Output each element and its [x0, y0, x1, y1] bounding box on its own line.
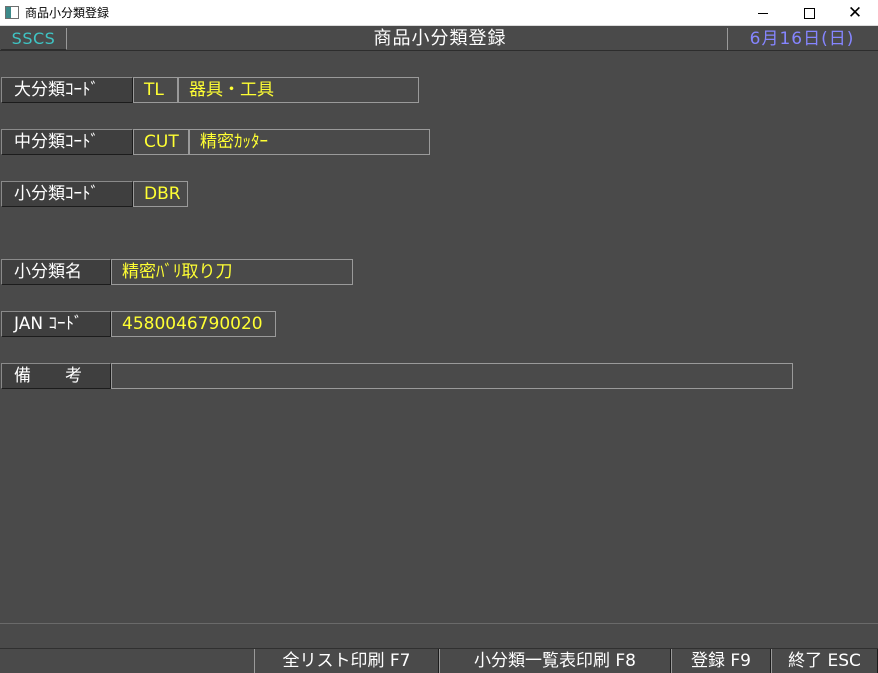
status-line — [0, 623, 878, 624]
large-category-name-display: 器具・工具 — [178, 77, 419, 103]
close-button[interactable]: ✕ — [832, 0, 878, 26]
list-print-button[interactable]: 小分類一覧表印刷 F8 — [439, 649, 671, 673]
maximize-button[interactable] — [786, 0, 832, 26]
small-category-code-label: 小分類ｺｰﾄﾞ — [1, 181, 133, 207]
app-icon[interactable] — [5, 6, 19, 19]
jan-code-field[interactable]: 4580046790020 — [111, 311, 276, 337]
window-title: 商品小分類登録 — [25, 6, 110, 20]
jan-code-label: JAN ｺｰﾄﾞ — [1, 311, 111, 337]
small-category-name-field[interactable]: 精密ﾊﾞﾘ取り刀 — [111, 259, 353, 285]
minimize-button[interactable] — [740, 0, 786, 26]
minimize-icon — [758, 12, 768, 14]
mid-category-code-label: 中分類ｺｰﾄﾞ — [1, 129, 133, 155]
register-button[interactable]: 登録 F9 — [671, 649, 771, 673]
remarks-label: 備 考 — [1, 363, 111, 389]
large-category-code-label: 大分類ｺｰﾄﾞ — [1, 77, 133, 103]
date-display: 6月16日(日) — [727, 28, 876, 50]
screen-title: 商品小分類登録 — [373, 28, 507, 49]
large-category-code-field[interactable]: TL — [133, 77, 178, 103]
small-category-code-field[interactable]: DBR — [133, 181, 188, 207]
exit-button[interactable]: 終了 ESC — [771, 649, 878, 673]
remarks-field[interactable] — [111, 363, 793, 389]
maximize-icon — [803, 7, 815, 19]
mid-category-code-field[interactable]: CUT — [133, 129, 189, 155]
all-list-print-button[interactable]: 全リスト印刷 F7 — [254, 649, 439, 673]
system-code: SSCS — [1, 28, 67, 50]
small-category-name-label: 小分類名 — [1, 259, 111, 285]
close-icon: ✕ — [847, 3, 863, 23]
mid-category-name-display: 精密ｶｯﾀｰ — [189, 129, 430, 155]
